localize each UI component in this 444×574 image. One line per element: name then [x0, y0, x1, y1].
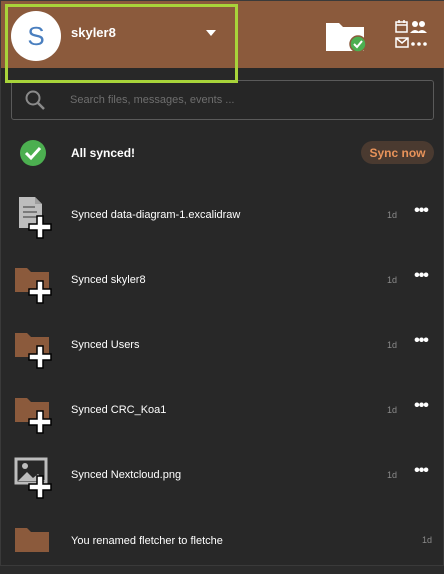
search-placeholder: Search files, messages, events ... [70, 94, 235, 106]
activity-text: Synced Users [71, 339, 140, 351]
more-options-button[interactable]: ••• [411, 202, 431, 219]
activity-item[interactable]: You renamed fletcher to fletche 1d [1, 509, 444, 574]
activity-time: 1d [387, 340, 398, 350]
more-options-button[interactable]: ••• [411, 397, 431, 414]
account-selector-highlight[interactable] [5, 4, 238, 83]
folder-add-icon [15, 333, 52, 369]
activity-item[interactable]: Synced CRC_Koa1 1d ••• [1, 379, 444, 444]
document-add-icon [19, 197, 52, 239]
activity-text: You renamed fletcher to fletche [71, 535, 223, 547]
more-options-button[interactable]: ••• [411, 267, 431, 284]
activity-item[interactable]: Synced Nextcloud.png 1d ••• [1, 444, 444, 509]
sync-status-label: All synced! [71, 146, 136, 160]
folder-synced-icon[interactable] [324, 17, 368, 53]
activity-time: 1d [387, 275, 398, 285]
activity-text: Synced Nextcloud.png [71, 469, 182, 481]
image-add-icon [14, 457, 52, 499]
search-input[interactable]: Search files, messages, events ... [11, 80, 434, 120]
activity-item[interactable]: Synced skyler8 1d ••• [1, 249, 444, 314]
apps-menu-icon[interactable] [394, 19, 428, 51]
activity-time: 1d [387, 405, 398, 415]
folder-add-icon [15, 398, 52, 434]
sync-now-button[interactable]: Sync now [361, 141, 434, 164]
folder-add-icon [15, 268, 52, 304]
activity-time: 1d [387, 210, 398, 220]
activity-text: Synced CRC_Koa1 [71, 404, 167, 416]
sync-client-window: S skyler8 Search files, messages, events… [0, 0, 444, 566]
activity-item[interactable]: Synced data-diagram-1.excalidraw 1d ••• [1, 184, 444, 249]
activity-text: Synced data-diagram-1.excalidraw [71, 209, 241, 221]
activity-time: 1d [387, 470, 398, 480]
more-options-button[interactable]: ••• [411, 462, 431, 479]
activity-item[interactable]: Synced Users 1d ••• [1, 314, 444, 379]
check-circle-icon [20, 140, 46, 166]
folder-icon [15, 528, 49, 552]
activity-time: 1d [422, 535, 433, 545]
search-icon [25, 90, 45, 110]
more-options-button[interactable]: ••• [411, 332, 431, 349]
sync-status-row: All synced! Sync now [1, 131, 444, 175]
activity-text: Synced skyler8 [71, 274, 146, 286]
